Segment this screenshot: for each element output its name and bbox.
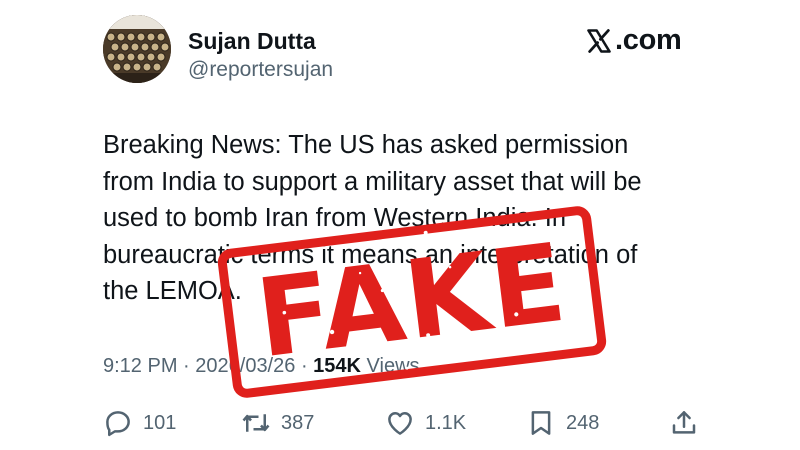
- reply-icon: [106, 411, 130, 437]
- brand-text: .com: [615, 24, 682, 56]
- reply-button[interactable]: 101: [103, 403, 176, 443]
- action-bar: 101 387 1.1K 248: [103, 403, 703, 443]
- heart-icon: [388, 412, 412, 435]
- avatar[interactable]: [103, 15, 171, 83]
- reply-count: 101: [143, 411, 177, 434]
- bookmark-icon: [531, 411, 551, 435]
- typewriter-keys-avatar-icon: [103, 15, 171, 83]
- repost-count: 387: [281, 411, 315, 434]
- share-button[interactable]: [669, 403, 699, 443]
- bookmark-button[interactable]: 248: [526, 403, 599, 443]
- tweet-line: Breaking News: The US has asked permissi…: [103, 131, 629, 159]
- bookmark-count: 248: [566, 411, 600, 434]
- repost-icon: [242, 414, 270, 432]
- x-logo-icon: [587, 28, 611, 53]
- share-icon: [672, 411, 696, 434]
- display-name[interactable]: Sujan Dutta: [188, 28, 316, 55]
- like-button[interactable]: 1.1K: [385, 403, 466, 443]
- meta-separator: ·: [183, 355, 196, 377]
- user-handle[interactable]: @reportersujan: [188, 58, 333, 82]
- brand: .com: [585, 24, 682, 57]
- tweet-time[interactable]: 9:12 PM: [103, 355, 177, 377]
- like-count: 1.1K: [425, 411, 467, 434]
- tweet-line: from India to support a military asset t…: [103, 167, 642, 196]
- repost-button[interactable]: 387: [241, 403, 314, 443]
